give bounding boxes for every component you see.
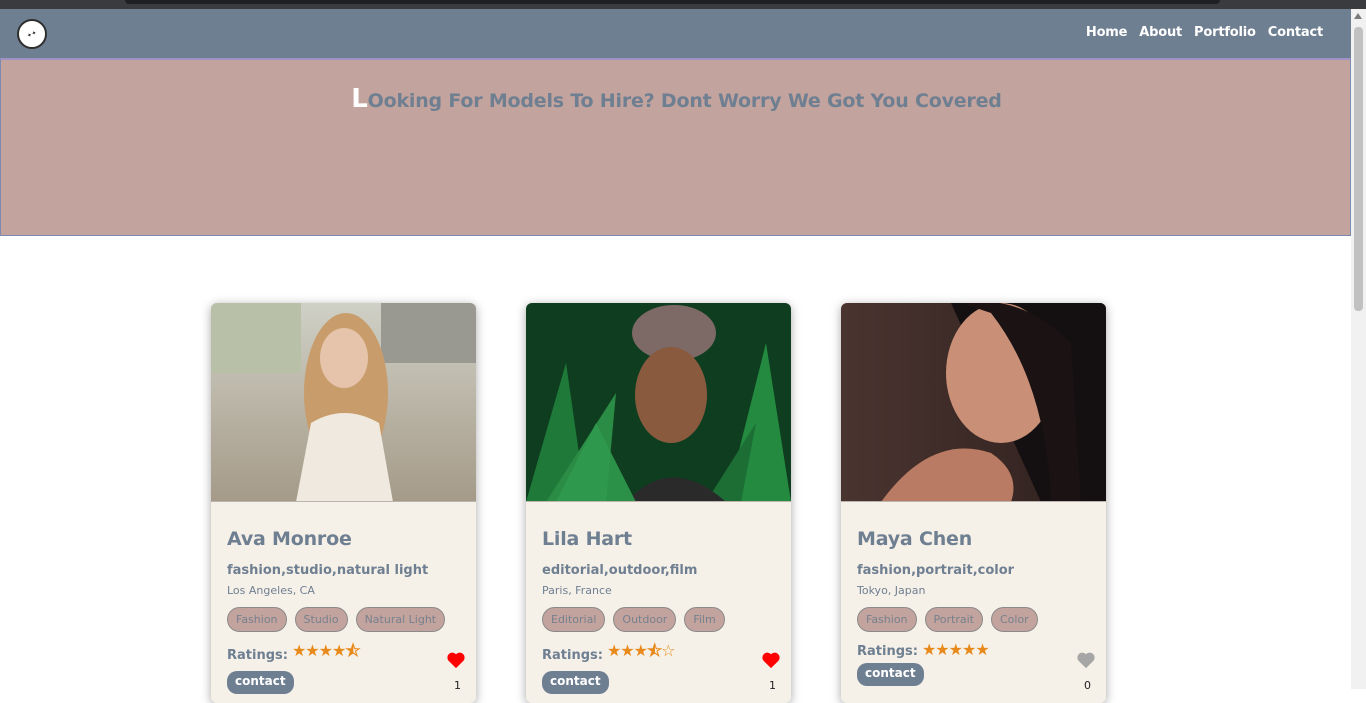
model-location: Paris, France xyxy=(542,584,612,597)
tag-chip[interactable]: Fashion xyxy=(227,607,287,632)
model-photo xyxy=(211,303,476,502)
nav-links: Home About Portfolio Contact xyxy=(1086,25,1323,40)
model-photo-image xyxy=(526,303,791,501)
model-location: Los Angeles, CA xyxy=(227,584,315,597)
tag-chips: Editorial Outdoor Film xyxy=(542,607,775,632)
likes-count: 0 xyxy=(1084,679,1091,692)
rating-stars-icon: ★★★★★ xyxy=(921,640,990,659)
model-tags: fashion,studio,natural light xyxy=(227,563,429,578)
browser-address-bar xyxy=(125,0,1220,4)
heart-icon[interactable] xyxy=(761,651,781,669)
site-logo[interactable]: ✦✦ xyxy=(17,19,47,49)
model-photo-image xyxy=(211,303,476,501)
scrollbar-thumb[interactable] xyxy=(1354,27,1363,311)
contact-button[interactable]: contact xyxy=(857,663,924,686)
ratings-row: Ratings: ★★★★★ xyxy=(857,640,1090,661)
model-name: Maya Chen xyxy=(857,528,973,550)
likes-count: 1 xyxy=(454,679,461,692)
model-card: Ava Monroe fashion,studio,natural light … xyxy=(211,303,476,703)
scroll-up-arrow-icon[interactable] xyxy=(1354,13,1362,19)
tag-chip[interactable]: Outdoor xyxy=(613,607,677,632)
model-name: Lila Hart xyxy=(542,528,632,550)
navbar: ✦✦ Home About Portfolio Contact xyxy=(0,9,1351,58)
ratings-label: Ratings: xyxy=(857,644,918,659)
model-card: Lila Hart editorial,outdoor,film Paris, … xyxy=(526,303,791,703)
nav-portfolio[interactable]: Portfolio xyxy=(1194,25,1256,40)
tag-chip[interactable]: Editorial xyxy=(542,607,606,632)
tag-chips: Fashion Studio Natural Light xyxy=(227,607,460,632)
hero-heading: LOoking For Models To Hire? Dont Worry W… xyxy=(1,84,1352,114)
contact-button[interactable]: contact xyxy=(227,671,294,694)
browser-top-strip xyxy=(0,0,1366,9)
model-location: Tokyo, Japan xyxy=(857,584,926,597)
ratings-label: Ratings: xyxy=(227,648,288,663)
model-photo xyxy=(526,303,791,502)
hero-heading-text: Ooking For Models To Hire? Dont Worry We… xyxy=(367,90,1002,112)
model-photo-image xyxy=(841,303,1106,501)
logo-mark: ✦✦ xyxy=(25,28,39,40)
nav-about[interactable]: About xyxy=(1139,25,1182,40)
model-tags: editorial,outdoor,film xyxy=(542,563,698,578)
page-scrollbar[interactable] xyxy=(1351,9,1366,689)
model-name: Ava Monroe xyxy=(227,528,352,550)
tag-chip[interactable]: Fashion xyxy=(857,607,917,632)
nav-contact[interactable]: Contact xyxy=(1268,25,1323,40)
model-card: Maya Chen fashion,portrait,color Tokyo, … xyxy=(841,303,1106,703)
tag-chip[interactable]: Natural Light xyxy=(355,607,446,632)
tag-chip[interactable]: Film xyxy=(684,607,725,632)
heart-icon[interactable] xyxy=(1076,651,1096,669)
likes-count: 1 xyxy=(769,679,776,692)
nav-home[interactable]: Home xyxy=(1086,25,1128,40)
model-photo xyxy=(841,303,1106,502)
rating-stars-icon: ★★★⯪☆ xyxy=(606,641,676,660)
tag-chips: Fashion Portrait Color xyxy=(857,607,1090,632)
tag-chip[interactable]: Studio xyxy=(294,607,348,632)
tag-chip[interactable]: Portrait xyxy=(924,607,983,632)
ratings-row: Ratings: ★★★★⯪ xyxy=(227,641,460,669)
contact-button[interactable]: contact xyxy=(542,671,609,694)
model-tags: fashion,portrait,color xyxy=(857,563,1015,578)
hero-banner: LOoking For Models To Hire? Dont Worry W… xyxy=(0,58,1351,236)
heart-icon[interactable] xyxy=(446,651,466,669)
rating-stars-icon: ★★★★⯪ xyxy=(291,641,361,660)
hero-first-letter: L xyxy=(351,84,368,114)
ratings-row: Ratings: ★★★⯪☆ xyxy=(542,641,775,669)
tag-chip[interactable]: Color xyxy=(990,607,1038,632)
ratings-label: Ratings: xyxy=(542,648,603,663)
